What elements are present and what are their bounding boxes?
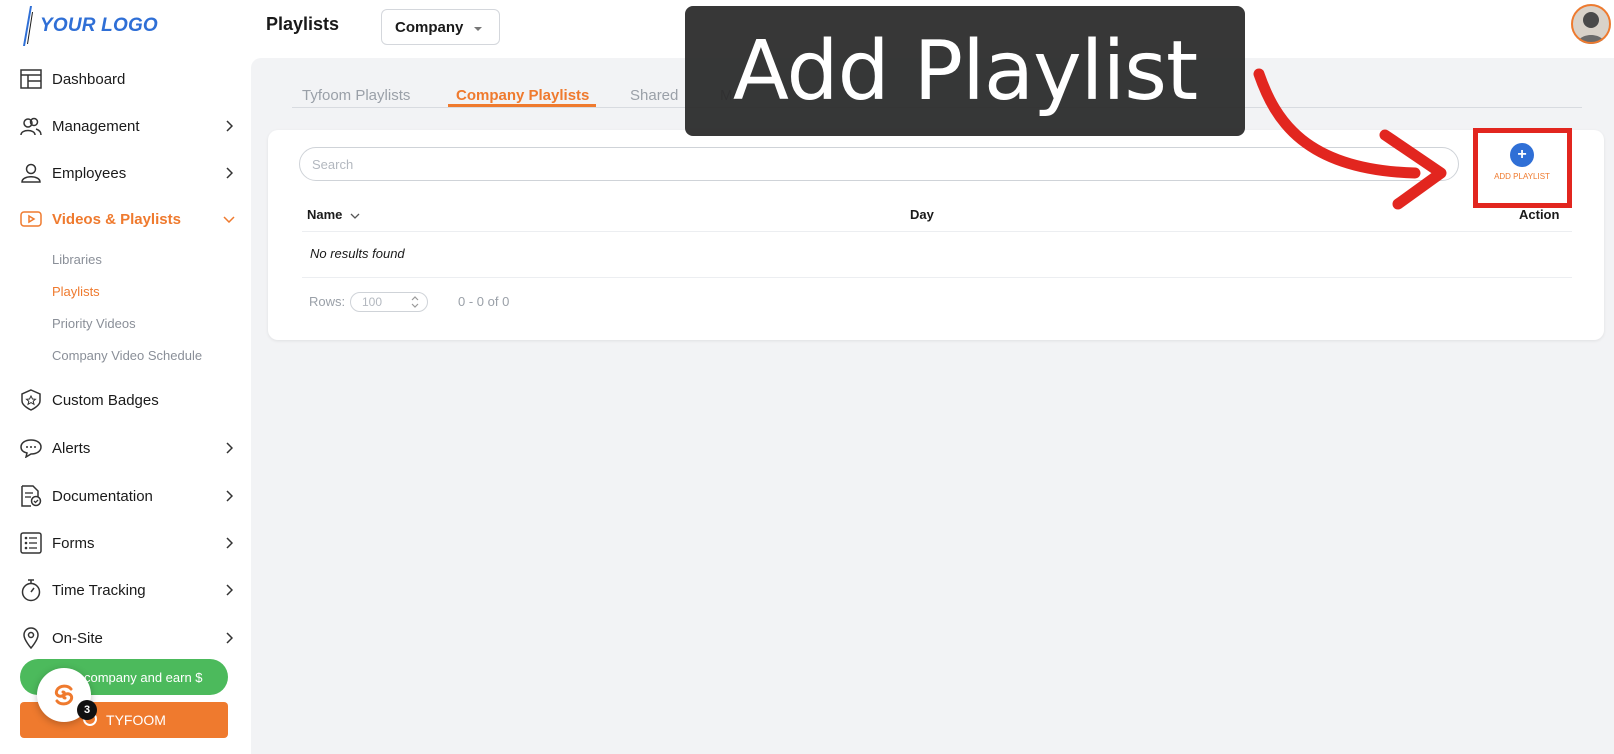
sidebar-item-alerts[interactable]: Alerts	[20, 433, 236, 463]
chevron-down-icon	[222, 212, 236, 226]
sidebar-item-dashboard[interactable]: Dashboard	[20, 64, 236, 94]
column-header-action: Action	[1519, 207, 1559, 222]
rows-per-page-select[interactable]: 100	[350, 292, 428, 312]
chevron-right-icon	[222, 489, 236, 503]
footer-divider	[302, 277, 1572, 278]
column-header-label: Action	[1519, 207, 1560, 222]
logo[interactable]: YOUR LOGO	[20, 4, 158, 48]
sidebar-item-management[interactable]: Management	[20, 111, 236, 141]
sidebar-item-label: Employees	[52, 164, 127, 182]
column-header-day[interactable]: Day	[910, 207, 934, 222]
chat-icon	[20, 437, 42, 459]
sidebar-item-label: On-Site	[52, 629, 103, 647]
user-icon	[20, 162, 42, 184]
tab-company-playlists[interactable]: Company Playlists	[456, 87, 589, 104]
sidebar-item-on-site[interactable]: On-Site	[20, 623, 236, 653]
people-icon	[20, 115, 42, 137]
user-avatar[interactable]	[1571, 4, 1611, 44]
sidebar-item-documentation[interactable]: Documentation	[20, 481, 236, 511]
pointer-arrow-icon	[1253, 68, 1447, 210]
video-icon	[20, 208, 42, 230]
chevron-right-icon	[222, 583, 236, 597]
sort-chevron-icon	[350, 207, 360, 222]
sidebar-item-label: Forms	[52, 534, 95, 552]
highlight-box	[1473, 128, 1572, 208]
header-divider	[302, 231, 1572, 232]
sidebar-item-time-tracking[interactable]: Time Tracking	[20, 575, 236, 605]
document-icon	[20, 485, 42, 507]
company-select-value: Company	[395, 18, 464, 36]
sidebar-item-label: Videos & Playlists	[52, 210, 181, 228]
column-header-name[interactable]: Name	[307, 207, 360, 222]
page-title: Playlists	[266, 14, 340, 34]
logo-text: YOUR LOGO	[40, 15, 158, 36]
sidebar-item-videos-playlists[interactable]: Videos & Playlists	[20, 204, 236, 234]
subnav-playlists[interactable]: Playlists	[52, 284, 100, 299]
logo-slash-icon	[23, 6, 33, 46]
dashboard-icon	[20, 68, 42, 90]
form-icon	[20, 532, 42, 554]
badge-icon	[20, 389, 42, 411]
sidebar-item-employees[interactable]: Employees	[20, 158, 236, 188]
tab-tyfoom-playlists[interactable]: Tyfoom Playlists	[302, 87, 410, 104]
subnav-libraries[interactable]: Libraries	[52, 252, 102, 267]
column-header-label: Day	[910, 207, 934, 222]
subnav-priority-videos[interactable]: Priority Videos	[52, 316, 136, 331]
sidebar-item-custom-badges[interactable]: Custom Badges	[20, 385, 236, 415]
tyfoom-button-label: TYFOOM	[106, 712, 166, 728]
chevron-right-icon	[222, 631, 236, 645]
empty-state-message: No results found	[310, 246, 405, 261]
sidebar-item-label: Management	[52, 117, 140, 135]
tyfoom-swirl-icon	[54, 684, 74, 706]
stepper-arrows-icon	[411, 296, 419, 308]
pagination-range: 0 - 0 of 0	[458, 294, 510, 309]
sidebar-item-forms[interactable]: Forms	[20, 528, 236, 558]
chevron-right-icon	[222, 536, 236, 550]
sidebar: YOUR LOGO Dashboard Management Employees…	[0, 0, 246, 754]
rows-per-page-value: 100	[362, 295, 383, 309]
column-header-label: Name	[307, 207, 343, 222]
rows-per-page-label: Rows:	[309, 294, 346, 309]
chevron-right-icon	[222, 166, 236, 180]
chevron-right-icon	[222, 119, 236, 133]
sidebar-item-label: Time Tracking	[52, 581, 146, 599]
sidebar-item-label: Documentation	[52, 487, 153, 505]
subnav-company-video-schedule[interactable]: Company Video Schedule	[52, 348, 202, 363]
chevron-right-icon	[222, 441, 236, 455]
tutorial-caption: Add Playlist	[685, 6, 1245, 136]
tab-shared[interactable]: Shared	[630, 87, 678, 104]
sidebar-item-label: Custom Badges	[52, 391, 159, 409]
sidebar-item-label: Dashboard	[52, 70, 126, 88]
caret-down-icon	[473, 19, 483, 36]
company-select[interactable]: Company	[381, 9, 500, 45]
stopwatch-icon	[20, 579, 42, 602]
sidebar-item-label: Alerts	[52, 439, 91, 457]
notification-count-badge: 3	[77, 700, 97, 720]
location-pin-icon	[20, 627, 42, 649]
refer-button-label: company and earn $	[84, 669, 203, 685]
